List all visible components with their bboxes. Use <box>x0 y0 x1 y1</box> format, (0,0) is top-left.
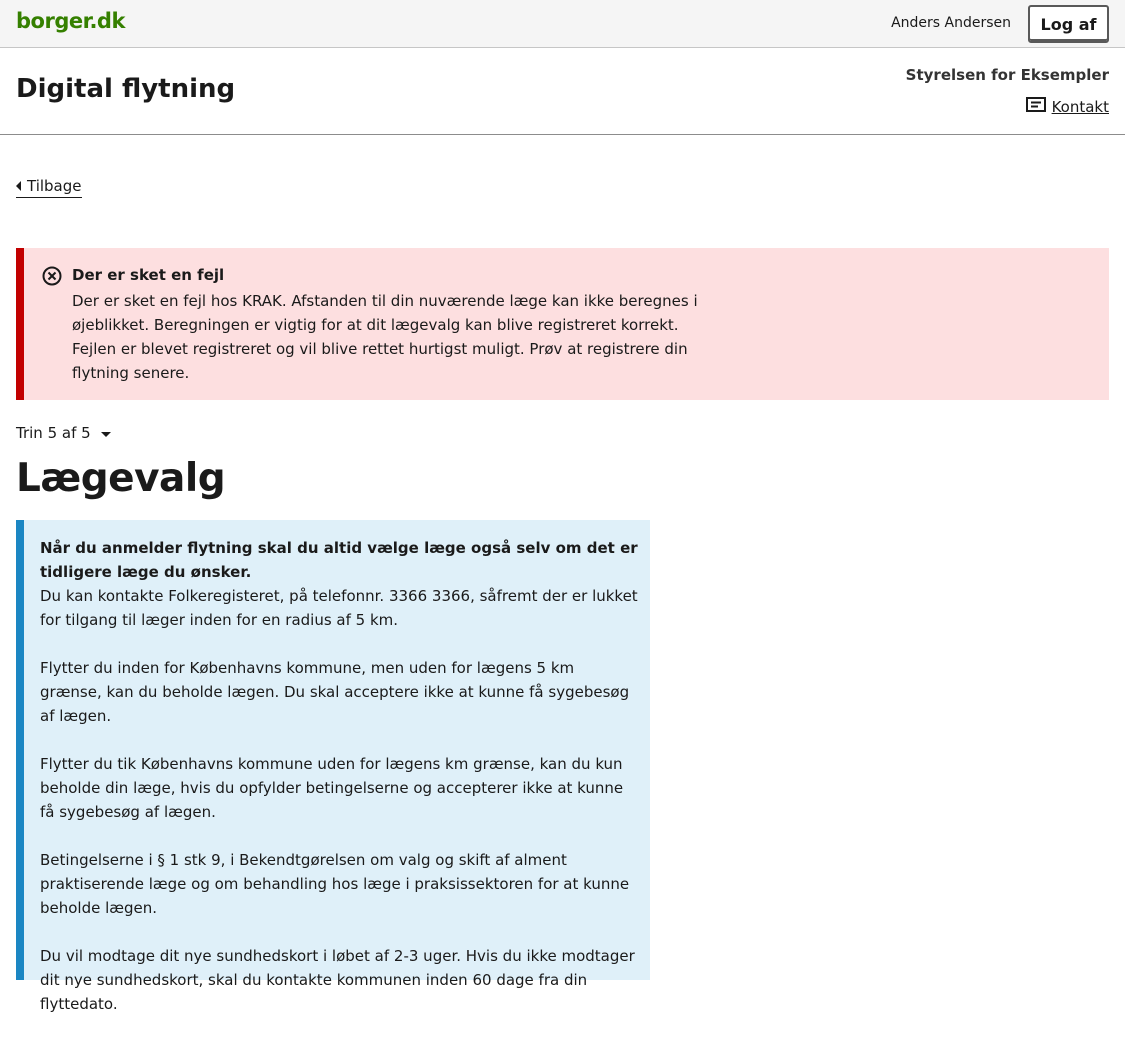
info-paragraph-4: Betingelserne i § 1 stk 9, i Bekendtgøre… <box>40 851 630 917</box>
authority-name: Styrelsen for Eksempler <box>905 66 1109 84</box>
caret-left-icon <box>16 181 21 191</box>
step-label: Trin 5 af 5 <box>16 424 91 442</box>
info-paragraph-1: Du kan kontakte Folkeregisteret, på tele… <box>40 587 638 629</box>
close-circle-icon <box>42 266 62 290</box>
caret-down-icon <box>100 431 111 437</box>
error-text: Der er sket en fejl hos KRAK. Afstanden … <box>72 292 698 382</box>
info-paragraph-5: Du vil modtage dit nye sundhedskort i lø… <box>40 947 635 1013</box>
info-box: Når du anmelder flytning skal du altid v… <box>16 520 650 1013</box>
info-paragraph-3: Flytter du tik Københavns kommune uden f… <box>40 755 624 821</box>
service-title: Digital flytning <box>16 74 236 104</box>
back-label: Tilbage <box>27 177 82 195</box>
info-lead: Når du anmelder flytning skal du altid v… <box>40 539 638 581</box>
borger-logo[interactable]: borger.dk <box>16 9 125 33</box>
contact-link[interactable]: Kontakt <box>1025 97 1109 116</box>
logout-button[interactable]: Log af <box>1028 5 1109 43</box>
message-icon <box>1025 97 1046 116</box>
back-link[interactable]: Tilbage <box>16 177 82 198</box>
error-alert: Der er sket en fejl Der er sket en fejl … <box>16 248 1109 400</box>
service-header: Digital flytning Styrelsen for Eksempler… <box>0 48 1125 135</box>
top-bar: borger.dk Anders Andersen Log af <box>0 0 1125 48</box>
info-paragraph-2: Flytter du inden for Københavns kommune,… <box>40 659 630 725</box>
contact-label: Kontakt <box>1051 97 1109 116</box>
step-indicator[interactable]: Trin 5 af 5 <box>16 424 111 442</box>
page-title: Lægevalg <box>16 456 226 501</box>
user-name: Anders Andersen <box>891 15 1011 31</box>
error-heading: Der er sket en fejl <box>72 266 225 284</box>
